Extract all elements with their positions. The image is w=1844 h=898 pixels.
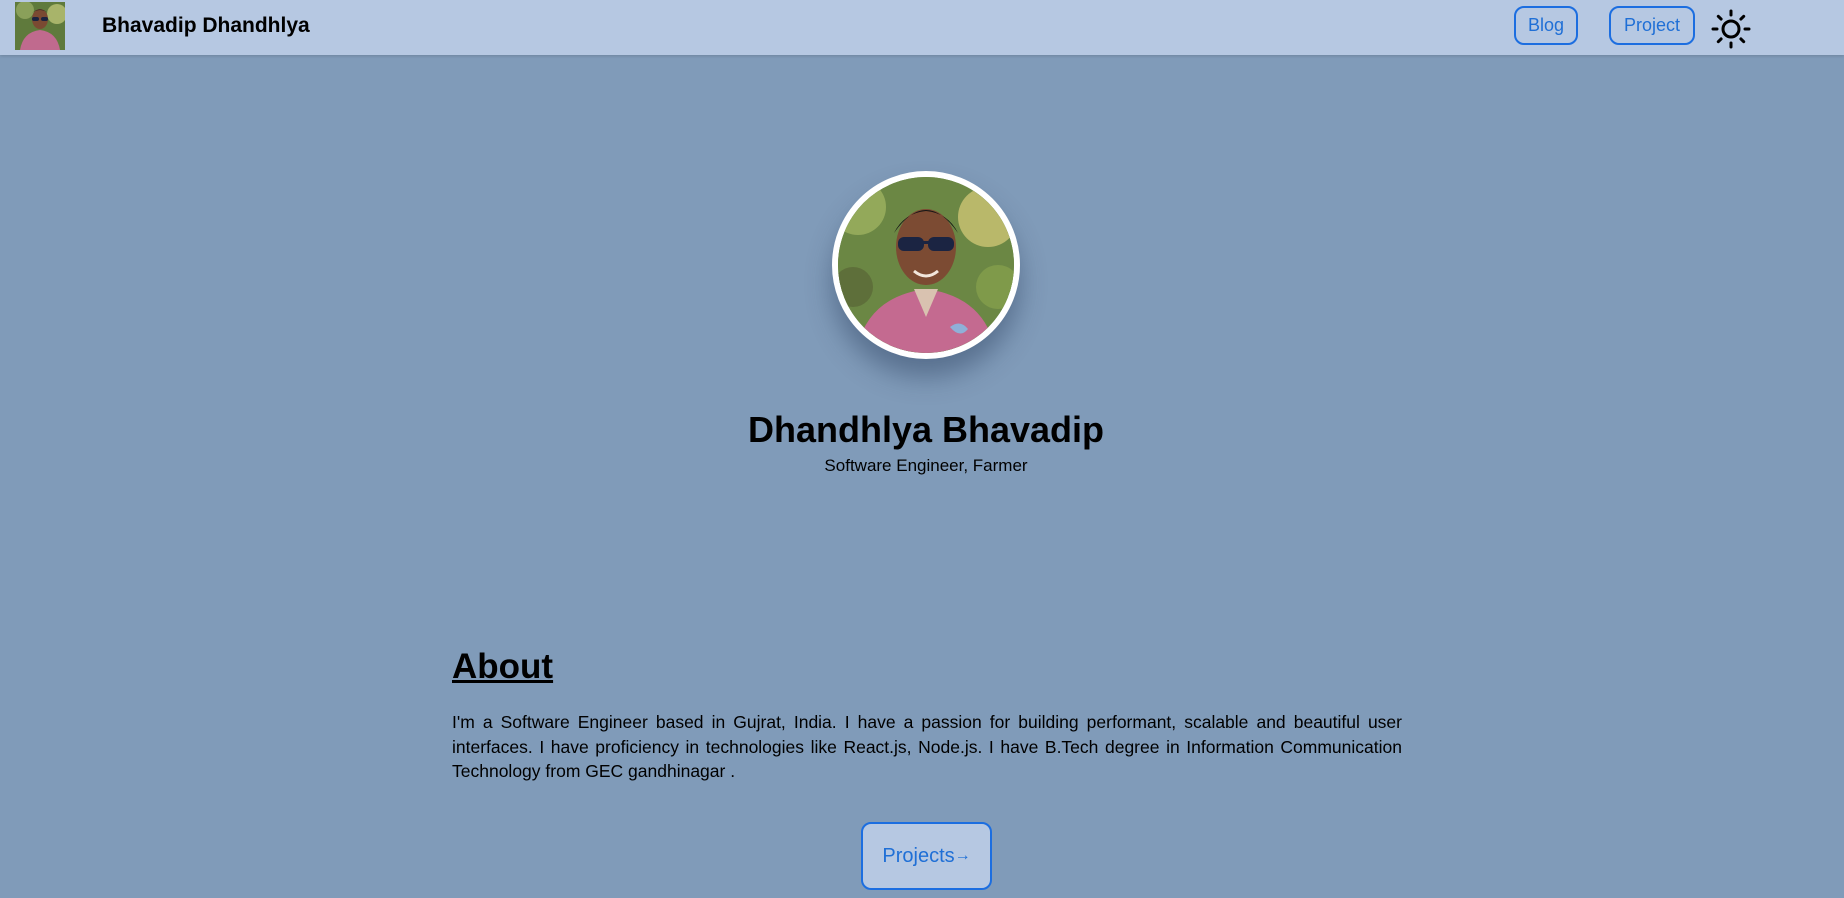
site-title[interactable]: Bhavadip Dhandhlya [102, 13, 310, 39]
projects-button[interactable]: Projects → [861, 822, 992, 890]
hero-subtitle: Software Engineer, Farmer [824, 456, 1028, 475]
about-text: I'm a Software Engineer based in Gujrat,… [452, 712, 1402, 781]
project-button[interactable]: Project [1609, 6, 1695, 45]
sun-icon[interactable] [1710, 8, 1752, 50]
arrow-right-icon: → [954, 847, 971, 864]
nav-avatar[interactable] [15, 2, 65, 50]
navbar: Bhavadip Dhandhlya Blog Project [0, 0, 1844, 55]
projects-button-label: Projects [882, 844, 955, 867]
blog-button[interactable]: Blog [1514, 6, 1578, 45]
profile-photo [832, 171, 1020, 359]
about-heading: About [452, 647, 554, 686]
hero-name: Dhandhlya Bhavadip [747, 409, 1105, 450]
